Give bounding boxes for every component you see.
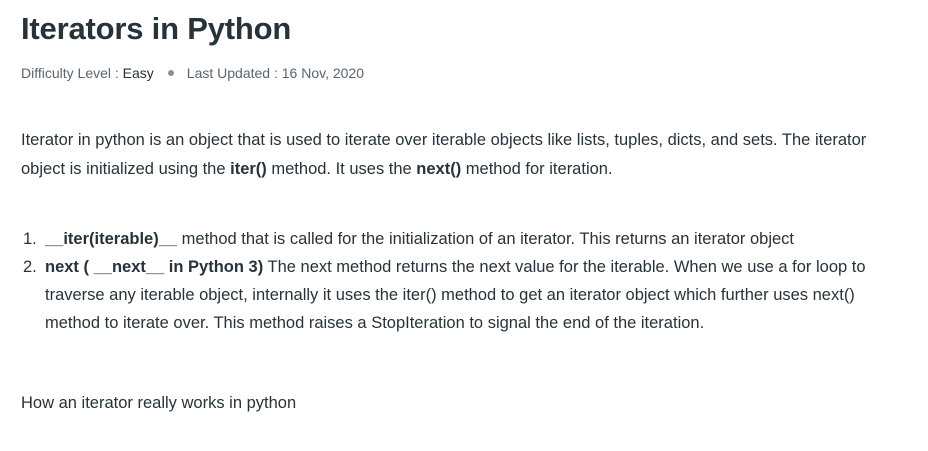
intro-paragraph: Iterator in python is an object that is … <box>21 126 911 184</box>
code-iter: iter() <box>230 160 267 178</box>
intro-text-3: method for iteration. <box>461 160 613 178</box>
code-next: next() <box>416 160 462 178</box>
list-text: method that is called for the initializa… <box>177 230 795 248</box>
closing-paragraph: How an iterator really works in python <box>21 394 297 412</box>
list-number: 1. <box>23 230 37 248</box>
list-item: 1. __iter(iterable)__ method that is call… <box>21 225 901 253</box>
last-updated-date: 16 Nov, 2020 <box>281 65 364 81</box>
methods-list: 1. __iter(iterable)__ method that is call… <box>21 225 901 337</box>
difficulty-level-link[interactable]: Easy <box>123 65 154 81</box>
list-term: next ( __next__ in Python 3) <box>45 258 264 276</box>
article-meta: Difficulty Level : Easy Last Updated : 16… <box>21 63 364 83</box>
list-term: __iter(iterable)__ <box>45 230 178 248</box>
list-number: 2. <box>23 258 37 276</box>
last-updated-label: Last Updated : <box>186 65 282 81</box>
list-item: 2. next ( __next__ in Python 3) The next … <box>21 253 901 337</box>
article-title: Iterators in Python <box>21 11 292 46</box>
intro-text-2: method. It uses the <box>266 160 417 178</box>
separator-dot-icon <box>167 70 174 77</box>
difficulty-label: Difficulty Level : <box>21 65 123 81</box>
